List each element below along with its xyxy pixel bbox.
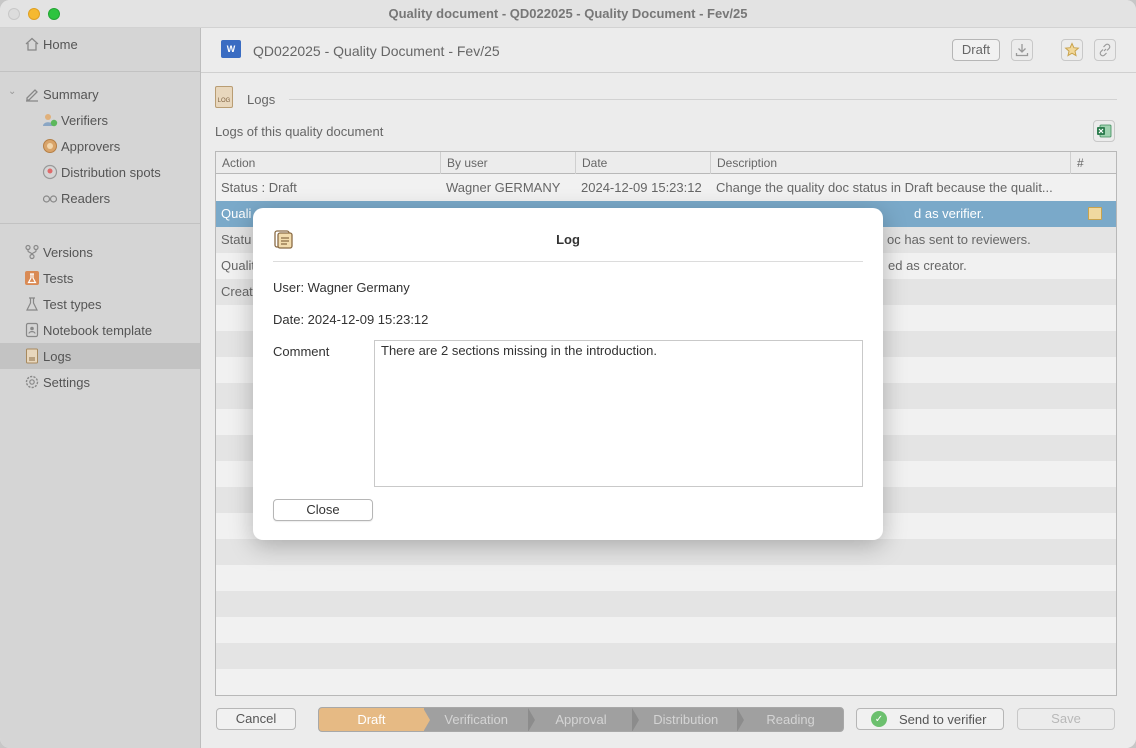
sidebar-item-label: Notebook template <box>43 322 153 338</box>
cell-action: Quali <box>221 206 252 221</box>
workflow-step-distribution[interactable]: Distribution <box>633 708 745 731</box>
sidebar-item-label: Versions <box>43 244 93 260</box>
chevron-down-icon[interactable]: ⌄ <box>8 86 16 97</box>
log-date: Date: 2024-12-09 15:23:12 <box>273 312 429 327</box>
sidebar-item-test-types[interactable]: Test types <box>0 291 200 317</box>
cell-description: d as verifier. <box>914 206 985 221</box>
sidebar-item-label: Approvers <box>61 138 121 154</box>
sidebar-item-logs[interactable]: Logs <box>0 343 200 369</box>
log-file-icon: LOG <box>215 86 233 108</box>
comment-textarea[interactable]: There are 2 sections missing in the intr… <box>374 340 863 487</box>
section-divider <box>289 99 1117 100</box>
sidebar-item-distribution-spots[interactable]: Distribution spots <box>0 159 200 185</box>
close-button[interactable]: Close <box>273 499 373 521</box>
sidebar-item-home[interactable]: Home <box>0 31 200 57</box>
versions-icon <box>24 244 40 260</box>
cell-action: Creat <box>221 284 253 299</box>
notebook-template-icon <box>24 322 40 338</box>
sidebar-item-versions[interactable]: Versions <box>0 239 200 265</box>
save-button[interactable]: Save <box>1017 708 1115 730</box>
cell-user: Wagner GERMANY <box>446 180 561 195</box>
column-header-description[interactable]: Description <box>711 152 1071 174</box>
cancel-button[interactable]: Cancel <box>216 708 296 730</box>
workflow-step-verification[interactable]: Verification <box>424 708 535 731</box>
approvers-icon <box>42 138 58 154</box>
status-draft-button[interactable]: Draft <box>952 39 1000 61</box>
sidebar-item-tests[interactable]: Tests <box>0 265 200 291</box>
column-header-action[interactable]: Action <box>216 152 441 174</box>
sidebar-item-label: Verifiers <box>61 112 108 128</box>
dialog-title: Log <box>556 232 580 247</box>
table-row-empty <box>216 643 1116 669</box>
sidebar-divider <box>0 71 200 72</box>
table-row[interactable]: Status : Draft Wagner GERMANY 2024-12-09… <box>216 175 1116 201</box>
sidebar-item-summary[interactable]: ⌄ Summary <box>0 81 200 107</box>
workflow-step-draft[interactable]: Draft <box>319 708 430 731</box>
document-header: W QD022025 - Quality Document - Fev/25 D… <box>201 28 1136 73</box>
table-row-empty <box>216 565 1116 591</box>
sidebar-item-label: Logs <box>43 348 72 364</box>
sidebar-item-readers[interactable]: Readers <box>0 185 200 211</box>
comment-label: Comment <box>273 344 330 359</box>
window-title: Quality document - QD022025 - Quality Do… <box>388 6 748 21</box>
cell-action: Statu <box>221 232 252 247</box>
home-icon <box>24 36 40 52</box>
sidebar-item-label: Home <box>43 36 78 52</box>
cell-action: Qualit <box>221 258 255 273</box>
cell-description: Change the quality doc status in Draft b… <box>716 180 1053 195</box>
sidebar-item-label: Settings <box>43 374 90 390</box>
title-bar: Quality document - QD022025 - Quality Do… <box>0 0 1136 28</box>
sidebar-item-label: Readers <box>61 190 111 206</box>
pencil-icon <box>24 86 40 102</box>
star-icon[interactable] <box>1061 39 1083 61</box>
sidebar-item-label: Summary <box>43 86 99 102</box>
sidebar: Home ⌄ Summary Verifiers Approvers Distr… <box>0 28 201 748</box>
table-row-empty <box>216 539 1116 565</box>
table-row-empty <box>216 669 1116 695</box>
log-user: User: Wagner Germany <box>273 280 410 295</box>
cell-description: ed as creator. <box>888 258 967 273</box>
send-to-verifier-button[interactable]: ✓ Send to verifier <box>856 708 1004 730</box>
table-row-empty <box>216 591 1116 617</box>
comment-note-icon[interactable] <box>1088 207 1102 220</box>
sidebar-item-approvers[interactable]: Approvers <box>0 133 200 159</box>
workflow-progress: Draft Verification Approval Distribution… <box>318 707 844 732</box>
cell-action: Status : Draft <box>221 180 297 195</box>
word-document-icon: W <box>221 40 241 58</box>
tests-icon <box>24 270 40 286</box>
logs-section-title: Logs <box>247 92 276 107</box>
gear-icon <box>24 374 40 390</box>
table-header: Action By user Date Description # <box>216 152 1116 174</box>
verifiers-icon <box>42 112 58 128</box>
sidebar-item-notebook-template[interactable]: Notebook template <box>0 317 200 343</box>
excel-export-icon[interactable] <box>1093 120 1115 142</box>
dialog-divider <box>273 261 863 262</box>
logs-subtitle: Logs of this quality document <box>215 124 384 139</box>
distribution-spots-icon <box>42 164 58 180</box>
readers-icon <box>42 190 58 206</box>
sidebar-item-label: Tests <box>43 270 74 286</box>
log-dialog: Log User: Wagner Germany Date: 2024-12-0… <box>253 208 883 540</box>
workflow-step-approval[interactable]: Approval <box>529 708 640 731</box>
cell-date: 2024-12-09 15:23:12 <box>581 180 702 195</box>
column-header-date[interactable]: Date <box>576 152 711 174</box>
check-circle-icon: ✓ <box>871 711 887 727</box>
cell-description: oc has sent to reviewers. <box>887 232 1031 247</box>
send-button-label: Send to verifier <box>899 711 987 727</box>
column-header-user[interactable]: By user <box>441 152 576 174</box>
link-icon[interactable] <box>1094 39 1116 61</box>
sidebar-item-settings[interactable]: Settings <box>0 369 200 395</box>
table-row-empty <box>216 617 1116 643</box>
sidebar-divider <box>0 223 200 224</box>
logs-icon <box>24 348 40 364</box>
document-title: QD022025 - Quality Document - Fev/25 <box>253 43 500 59</box>
workflow-step-reading[interactable]: Reading <box>738 708 843 731</box>
download-icon[interactable] <box>1011 39 1033 61</box>
sidebar-item-label: Test types <box>43 296 102 312</box>
sidebar-item-label: Distribution spots <box>61 164 161 180</box>
sidebar-item-verifiers[interactable]: Verifiers <box>0 107 200 133</box>
app-window: Quality document - QD022025 - Quality Do… <box>0 0 1136 748</box>
test-types-icon <box>24 296 40 312</box>
column-header-number[interactable]: # <box>1071 152 1116 174</box>
